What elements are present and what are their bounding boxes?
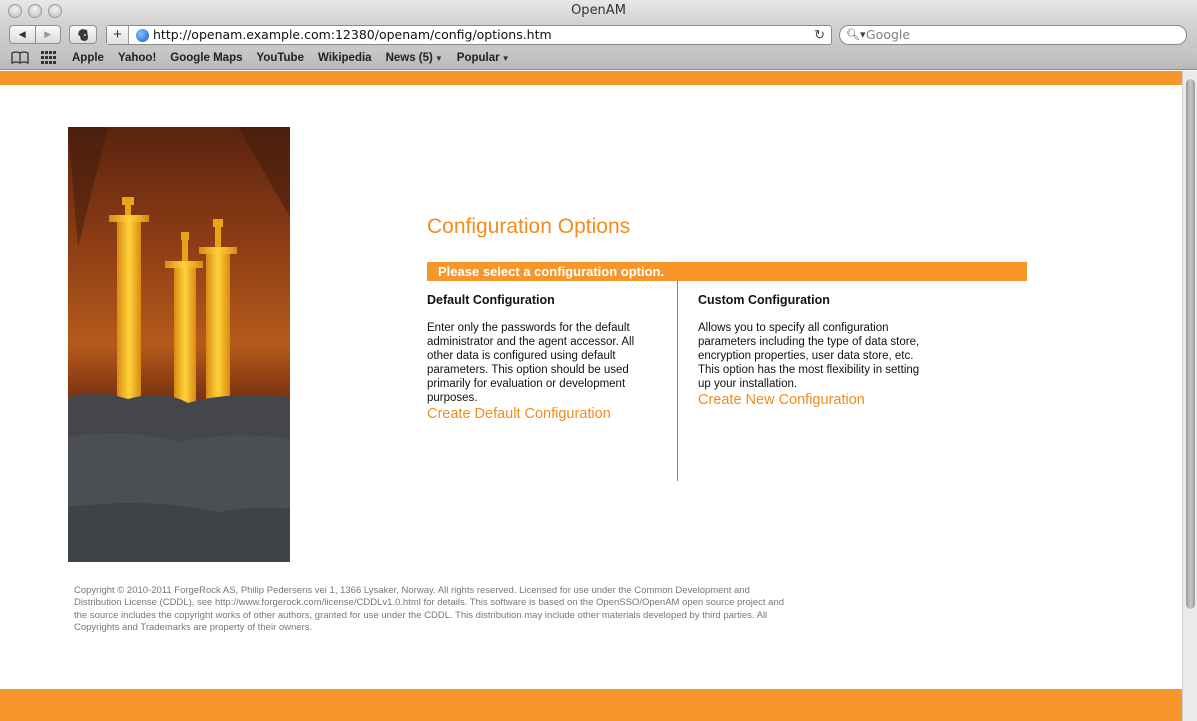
create-new-config-link[interactable]: Create New Configuration xyxy=(698,391,928,409)
page-title: Configuration Options xyxy=(427,215,631,238)
zoom-window-button[interactable] xyxy=(48,4,62,18)
minimize-window-button[interactable] xyxy=(28,4,42,18)
default-config-title: Default Configuration xyxy=(427,293,555,307)
header-band xyxy=(0,71,1182,85)
selection-prompt-bar: Please select a configuration option. xyxy=(427,262,1027,281)
bookmark-youtube[interactable]: YouTube xyxy=(257,48,304,69)
chevron-down-icon: ▼ xyxy=(434,54,443,63)
bookmarks-bar: Apple Yahoo! Google Maps YouTube Wikiped… xyxy=(0,48,1197,70)
reading-list-icon[interactable] xyxy=(11,51,29,68)
bookmark-google-maps[interactable]: Google Maps xyxy=(170,48,242,69)
copyright-notice: Copyright © 2010-2011 ForgeRock AS, Phil… xyxy=(74,585,785,633)
footer-band xyxy=(0,689,1182,721)
browser-toolbar: ◀ ▶ + http://openam.example.com:12380/op… xyxy=(0,22,1197,48)
search-icon[interactable]: 🔍︎▾ xyxy=(846,26,866,44)
bookmark-apple[interactable]: Apple xyxy=(72,48,104,69)
bookmark-yahoo[interactable]: Yahoo! xyxy=(118,48,156,69)
swords-banner-image xyxy=(68,127,290,562)
scrollbar-thumb[interactable] xyxy=(1186,79,1195,609)
bookmark-news-folder[interactable]: News (5) ▼ xyxy=(386,48,443,69)
close-window-button[interactable] xyxy=(8,4,22,18)
column-divider xyxy=(677,281,678,481)
address-bar[interactable]: + http://openam.example.com:12380/openam… xyxy=(106,25,832,45)
evernote-icon xyxy=(78,28,88,41)
search-field[interactable]: 🔍︎▾ Google xyxy=(839,25,1187,45)
search-placeholder: Google xyxy=(866,27,911,42)
evernote-button[interactable] xyxy=(69,25,97,44)
default-config-description: Enter only the passwords for the default… xyxy=(427,322,635,404)
custom-config-title: Custom Configuration xyxy=(698,293,830,307)
url-text[interactable]: http://openam.example.com:12380/openam/c… xyxy=(153,26,552,44)
selection-prompt: Please select a configuration option. xyxy=(438,264,665,279)
window-titlebar: OpenAM xyxy=(0,0,1197,22)
add-bookmark-button[interactable]: + xyxy=(107,26,129,44)
web-page: Configuration Options Please select a co… xyxy=(0,71,1182,721)
custom-config-panel: Custom Configuration Allows you to speci… xyxy=(698,293,928,409)
bookmark-popular-folder[interactable]: Popular ▼ xyxy=(457,48,510,69)
forward-arrow-icon[interactable]: ▶ xyxy=(34,26,61,43)
default-config-panel: Default Configuration Enter only the pas… xyxy=(427,293,657,423)
top-sites-grid-icon[interactable] xyxy=(41,51,56,67)
window-title: OpenAM xyxy=(571,3,626,18)
create-default-config-link[interactable]: Create Default Configuration xyxy=(427,405,657,423)
bookmark-wikipedia[interactable]: Wikipedia xyxy=(318,48,372,69)
vertical-scrollbar[interactable] xyxy=(1182,71,1197,721)
reload-icon[interactable]: ↻ xyxy=(814,26,825,44)
custom-config-description: Allows you to specify all configuration … xyxy=(698,322,920,390)
globe-icon xyxy=(136,29,149,42)
back-forward-control: ◀ ▶ xyxy=(9,25,61,44)
chevron-down-icon: ▼ xyxy=(501,54,510,63)
back-arrow-icon[interactable]: ◀ xyxy=(10,26,35,43)
